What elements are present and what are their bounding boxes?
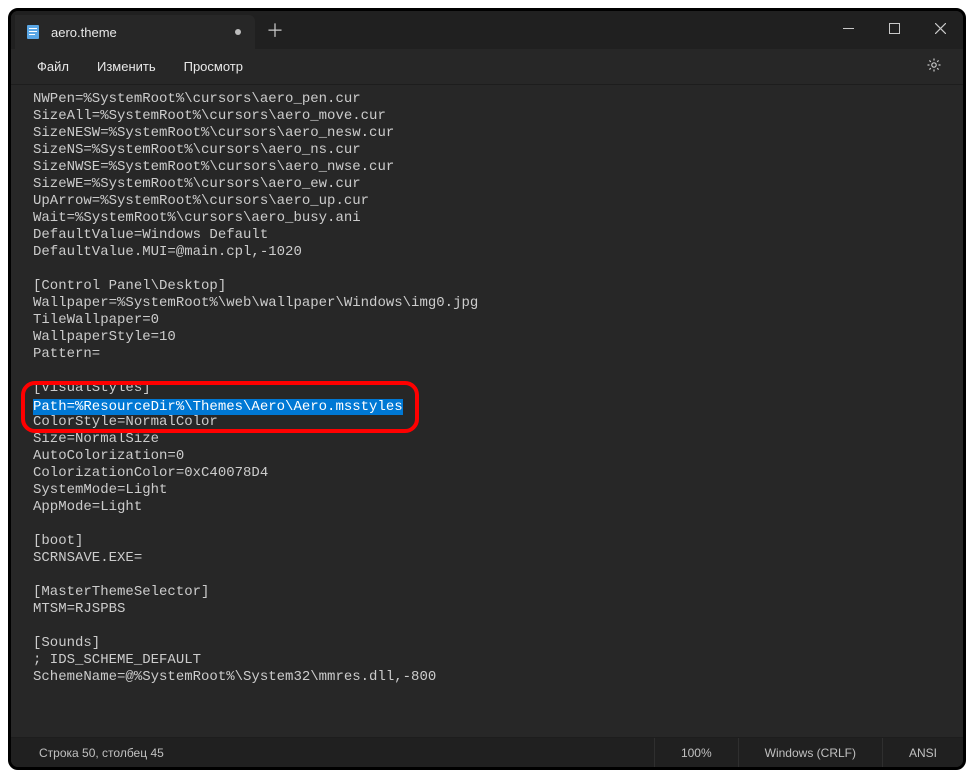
settings-button[interactable] xyxy=(917,53,951,81)
code-line[interactable]: TileWallpaper=0 xyxy=(33,312,963,329)
window-controls xyxy=(825,11,963,49)
code-line[interactable]: SizeWE=%SystemRoot%\cursors\aero_ew.cur xyxy=(33,176,963,193)
code-line[interactable]: SizeNESW=%SystemRoot%\cursors\aero_nesw.… xyxy=(33,125,963,142)
menu-edit[interactable]: Изменить xyxy=(83,53,170,80)
code-line[interactable] xyxy=(33,618,963,635)
code-line[interactable]: Pattern= xyxy=(33,346,963,363)
code-line[interactable]: SizeNWSE=%SystemRoot%\cursors\aero_nwse.… xyxy=(33,159,963,176)
code-line[interactable]: NWPen=%SystemRoot%\cursors\aero_pen.cur xyxy=(33,91,963,108)
code-line[interactable] xyxy=(33,261,963,278)
code-line[interactable]: MTSM=RJSPBS xyxy=(33,601,963,618)
close-button[interactable] xyxy=(917,11,963,45)
code-line[interactable]: UpArrow=%SystemRoot%\cursors\aero_up.cur xyxy=(33,193,963,210)
code-line[interactable]: Wallpaper=%SystemRoot%\web\wallpaper\Win… xyxy=(33,295,963,312)
maximize-button[interactable] xyxy=(871,11,917,45)
code-line[interactable]: [VisualStyles] xyxy=(33,380,963,397)
code-line[interactable]: [boot] xyxy=(33,533,963,550)
code-line[interactable]: [Sounds] xyxy=(33,635,963,652)
editor-content[interactable]: NWPen=%SystemRoot%\cursors\aero_pen.curS… xyxy=(11,85,963,737)
file-tab[interactable]: aero.theme xyxy=(15,15,255,49)
new-tab-button[interactable]: ＋ xyxy=(255,11,295,49)
code-line[interactable]: [Control Panel\Desktop] xyxy=(33,278,963,295)
statusbar: Строка 50, столбец 45 100% Windows (CRLF… xyxy=(11,737,963,767)
notepad-icon xyxy=(25,24,41,40)
status-position: Строка 50, столбец 45 xyxy=(11,746,654,760)
code-line[interactable]: AutoColorization=0 xyxy=(33,448,963,465)
status-encoding[interactable]: ANSI xyxy=(882,738,963,768)
tab-dirty-indicator xyxy=(235,29,241,35)
selected-text[interactable]: Path=%ResourceDir%\Themes\Aero\Aero.msst… xyxy=(33,399,403,415)
code-line[interactable]: [MasterThemeSelector] xyxy=(33,584,963,601)
code-line[interactable]: Wait=%SystemRoot%\cursors\aero_busy.ani xyxy=(33,210,963,227)
code-line[interactable]: SCRNSAVE.EXE= xyxy=(33,550,963,567)
app-window: aero.theme ＋ Файл Изменить Просмотр xyxy=(8,8,966,770)
code-line[interactable]: SystemMode=Light xyxy=(33,482,963,499)
code-line[interactable]: AppMode=Light xyxy=(33,499,963,516)
code-line[interactable]: DefaultValue=Windows Default xyxy=(33,227,963,244)
menu-file[interactable]: Файл xyxy=(23,53,83,80)
code-line[interactable] xyxy=(33,363,963,380)
code-line[interactable] xyxy=(33,567,963,584)
menu-view[interactable]: Просмотр xyxy=(170,53,257,80)
titlebar: aero.theme ＋ xyxy=(11,11,963,49)
code-line[interactable]: Path=%ResourceDir%\Themes\Aero\Aero.msst… xyxy=(33,397,963,414)
menubar: Файл Изменить Просмотр xyxy=(11,49,963,85)
code-line[interactable]: SizeAll=%SystemRoot%\cursors\aero_move.c… xyxy=(33,108,963,125)
code-line[interactable]: ; IDS_SCHEME_DEFAULT xyxy=(33,652,963,669)
gear-icon xyxy=(926,57,942,76)
code-line[interactable] xyxy=(33,516,963,533)
code-line[interactable]: WallpaperStyle=10 xyxy=(33,329,963,346)
code-line[interactable]: SizeNS=%SystemRoot%\cursors\aero_ns.cur xyxy=(33,142,963,159)
status-zoom[interactable]: 100% xyxy=(654,738,738,768)
code-line[interactable]: SchemeName=@%SystemRoot%\System32\mmres.… xyxy=(33,669,963,686)
code-line[interactable]: ColorizationColor=0xC40078D4 xyxy=(33,465,963,482)
status-eol[interactable]: Windows (CRLF) xyxy=(738,738,882,768)
code-line[interactable]: DefaultValue.MUI=@main.cpl,-1020 xyxy=(33,244,963,261)
tab-title: aero.theme xyxy=(51,25,225,40)
minimize-button[interactable] xyxy=(825,11,871,45)
code-line[interactable]: Size=NormalSize xyxy=(33,431,963,448)
